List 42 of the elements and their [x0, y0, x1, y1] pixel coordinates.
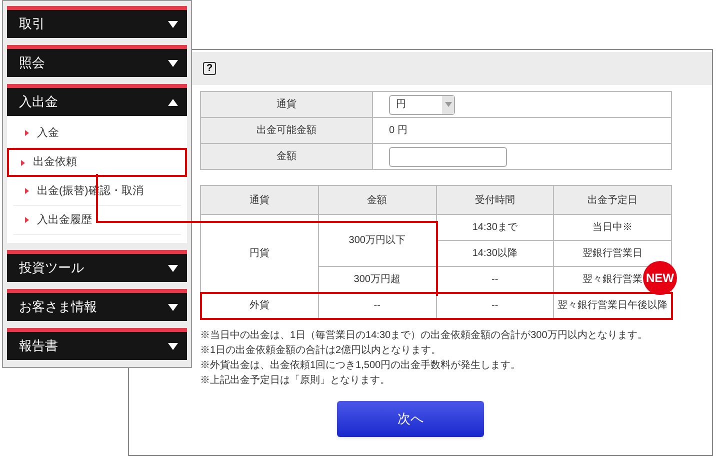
menu-header[interactable]: 取引 [7, 6, 187, 38]
form-label: 出金可能金額 [200, 118, 372, 144]
table-cell: 14:30以降 [436, 240, 554, 266]
note-text: ※上記出金予定日は「原則」となります。 [200, 374, 391, 387]
new-badge: NEW [643, 261, 677, 295]
table-cell: 300万円以下 [318, 214, 436, 266]
menu-header[interactable]: 投資ツール [7, 250, 187, 282]
menu-header[interactable]: 照会 [7, 45, 187, 77]
menu-header[interactable]: 報告書 [7, 328, 187, 360]
menu-header[interactable]: 入出金 [7, 84, 187, 116]
bullet-icon [25, 130, 29, 136]
bullet-icon [25, 188, 29, 194]
caret-down-icon [168, 60, 178, 66]
caret-up-icon [168, 98, 178, 106]
table-cell: 14:30まで [436, 214, 554, 240]
help-icon[interactable]: ? [203, 62, 216, 75]
table-cell: 当日中※ [554, 214, 672, 240]
next-button[interactable]: 次へ [337, 401, 484, 437]
menu-header[interactable]: お客さま情報 [7, 289, 187, 321]
column-header: 出金予定日 [554, 186, 672, 214]
table-cell: 円貨 [200, 214, 318, 292]
amount-field[interactable] [389, 146, 507, 166]
submenu-item[interactable]: 入金 [13, 119, 181, 148]
column-header: 受付時間 [436, 186, 554, 214]
form-label: 通貨 [200, 92, 372, 118]
caret-down-icon [168, 20, 178, 28]
caret-down-icon [168, 342, 178, 350]
caret-down-icon [168, 304, 178, 310]
submenu-item[interactable]: 出金依頼 [7, 148, 187, 177]
bullet-icon [21, 160, 25, 166]
currency-select[interactable]: 円 [389, 94, 455, 114]
note-text: ※当日中の出金は、1日（毎営業日の14:30まで）の出金依頼金額の合計が300万円以内となります。 [200, 329, 648, 342]
column-header: 通貨 [200, 186, 318, 214]
form-value: 0 円 [389, 125, 408, 136]
form-label: 金額 [200, 144, 372, 170]
submenu-item[interactable]: 入出金履歴 [13, 206, 181, 235]
note-text: ※外貨出金は、出金依頼1回につき1,500円の出金手数料が発生します。 [200, 359, 522, 372]
caret-down-icon [444, 102, 452, 107]
bullet-icon [25, 217, 29, 223]
column-header: 金額 [318, 186, 436, 214]
note-text: ※1日の出金依頼金額の合計は2億円以内となります。 [200, 344, 442, 357]
caret-down-icon [168, 264, 178, 272]
